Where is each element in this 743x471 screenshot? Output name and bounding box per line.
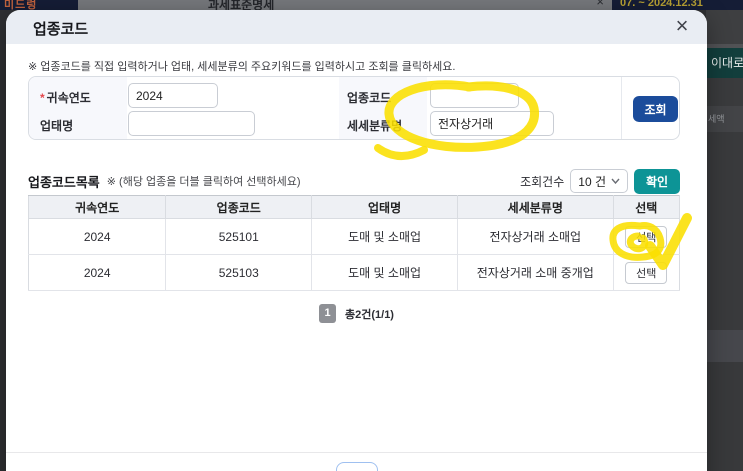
modal-header: 업종코드 × <box>6 10 707 44</box>
tax-period-date-range: 07. ~ 2024.12.31 <box>620 0 703 9</box>
col-header-sub-category: 세세분류명 <box>456 195 614 219</box>
underlying-dialog-titlebar: 과세표준명세 × <box>78 0 612 10</box>
business-code-input[interactable] <box>430 83 519 108</box>
underlying-dialog-title: 과세표준명세 <box>208 0 275 10</box>
required-marker: * <box>40 91 45 105</box>
result-count-value: 10 건 <box>578 174 606 189</box>
result-count-label: 조회건수 <box>520 174 565 189</box>
instruction-text: ※ 업종코드를 직접 입력하거나 업태, 세세분류의 주요키워드를 입력하시고 … <box>28 61 456 73</box>
pagination-summary: 총2건(1/1) <box>345 308 394 321</box>
chevron-down-icon <box>611 178 620 184</box>
business-type-input[interactable] <box>128 111 255 136</box>
field-label-business-type: 업태명 <box>40 119 74 133</box>
side-band <box>706 78 743 106</box>
background-tab-label: 미드렁 <box>4 0 38 10</box>
field-label-sub-category: 세세분류명 <box>347 119 403 133</box>
side-band <box>706 330 743 362</box>
page-number-button[interactable]: 1 <box>319 304 336 323</box>
cell-business-type: 도매 및 소매업 <box>311 218 458 255</box>
confirm-button[interactable]: 확인 <box>634 168 680 194</box>
side-band-tax-label: 세액 <box>706 106 743 132</box>
sub-category-input[interactable] <box>430 111 554 136</box>
business-code-table: 귀속연도 업종코드 업태명 세세분류명 선택 2024 525101 도매 및 … <box>27 195 681 291</box>
underlying-close-icon[interactable]: × <box>596 0 604 9</box>
cell-code: 525103 <box>165 254 313 291</box>
result-count-select[interactable]: 10 건 <box>570 169 628 193</box>
list-section-title: 업종코드목록 <box>28 174 100 190</box>
modal-title: 업종코드 <box>33 21 89 38</box>
col-header-select: 선택 <box>612 195 681 219</box>
field-label-year: * 귀속연도 <box>40 91 91 105</box>
field-label-code: 업종코드 <box>347 91 392 105</box>
cell-year: 2024 <box>27 254 167 291</box>
cell-sub-category: 전자상거래 소매업 <box>456 218 614 255</box>
business-code-modal: 업종코드 × ※ 업종코드를 직접 입력하거나 업태, 세세분류의 주요키워드를… <box>6 10 707 471</box>
side-band <box>706 362 743 471</box>
table-row[interactable]: 2024 525103 도매 및 소매업 전자상거래 소매 중개업 선택 <box>27 254 681 291</box>
search-button[interactable]: 조회 <box>633 96 678 122</box>
side-band <box>706 132 743 330</box>
background-side-panel: 이대로 세액 <box>706 10 743 471</box>
col-header-business-type: 업태명 <box>311 195 458 219</box>
list-section-note: ※ (해당 업종을 더블 클릭하여 선택하세요) <box>106 176 301 188</box>
cell-code: 525101 <box>165 218 313 255</box>
cell-year: 2024 <box>27 218 167 255</box>
search-form: *귀속연도 업종코드 업태명 세세분류명 조회 <box>28 76 680 140</box>
close-icon[interactable]: × <box>669 11 695 41</box>
cell-business-type: 도매 및 소매업 <box>311 254 458 291</box>
footer-close-button-partial[interactable] <box>336 462 378 471</box>
screen: 미드렁 과세표준명세 × 07. ~ 2024.12.31 이대로 세액 업종코… <box>0 0 743 471</box>
col-header-year: 귀속연도 <box>27 195 167 219</box>
year-input[interactable] <box>128 83 218 108</box>
background-top-strip: 미드렁 과세표준명세 × 07. ~ 2024.12.31 <box>0 0 743 10</box>
select-row-button[interactable]: 선택 <box>625 225 668 248</box>
table-header-row: 귀속연도 업종코드 업태명 세세분류명 선택 <box>27 195 681 219</box>
table-row[interactable]: 2024 525101 도매 및 소매업 전자상거래 소매업 선택 <box>27 218 681 255</box>
side-band <box>706 10 743 44</box>
footer-divider <box>6 452 707 453</box>
select-row-button[interactable]: 선택 <box>625 261 668 284</box>
side-band-teal: 이대로 <box>706 48 743 78</box>
cell-sub-category: 전자상거래 소매 중개업 <box>456 254 614 291</box>
form-divider <box>621 77 622 139</box>
pagination: 1 총2건(1/1) <box>6 304 707 323</box>
col-header-code: 업종코드 <box>165 195 313 219</box>
